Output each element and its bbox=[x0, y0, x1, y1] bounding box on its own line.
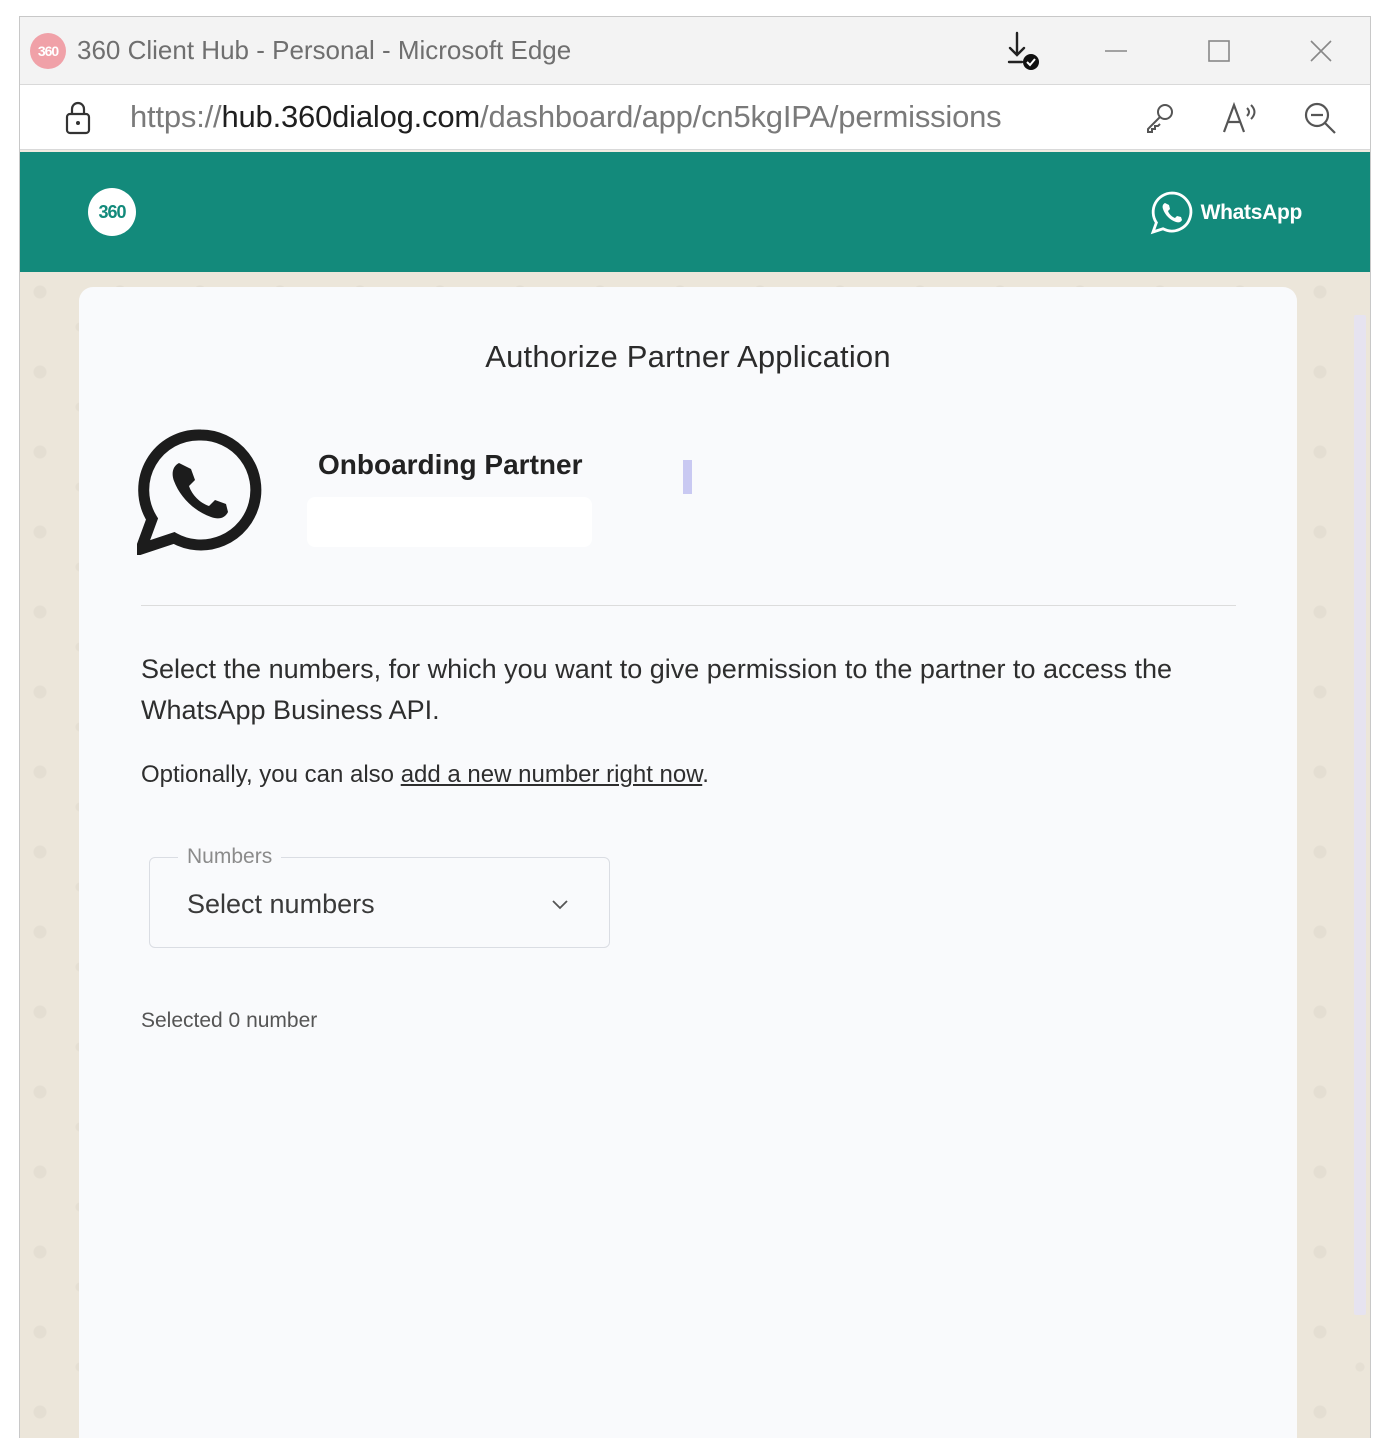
address-bar[interactable]: https://hub.360dialog.com/dashboard/app/… bbox=[20, 84, 1370, 150]
scrollbar[interactable] bbox=[1354, 315, 1366, 1315]
whatsapp-logo-icon bbox=[137, 429, 262, 555]
chevron-down-icon[interactable] bbox=[549, 893, 571, 915]
lock-icon[interactable] bbox=[58, 98, 98, 138]
add-number-link[interactable]: add a new number right now bbox=[401, 761, 703, 788]
key-icon[interactable] bbox=[1140, 98, 1180, 138]
numbers-placeholder: Select numbers bbox=[187, 889, 375, 919]
read-aloud-icon[interactable] bbox=[1220, 98, 1260, 138]
whatsapp-brand-label: WhatsApp bbox=[1200, 201, 1303, 224]
optional-note: Optionally, you can also add a new numbe… bbox=[141, 761, 709, 789]
minimize-button[interactable] bbox=[1093, 31, 1139, 71]
whatsapp-icon bbox=[1150, 191, 1192, 235]
site-header: 360 WhatsApp bbox=[20, 152, 1370, 272]
360dialog-logo[interactable]: 360 bbox=[88, 188, 136, 236]
browser-window: 360 360 Client Hub - Personal - Microsof… bbox=[19, 16, 1371, 1438]
page-title: Authorize Partner Application bbox=[485, 339, 891, 374]
numbers-label: Numbers bbox=[178, 845, 282, 869]
optional-note-suffix: . bbox=[702, 761, 709, 788]
url-host: hub.360dialog.com bbox=[221, 99, 481, 134]
authorize-card: Authorize Partner Application Onboarding… bbox=[79, 287, 1297, 1438]
url-text[interactable]: https://hub.360dialog.com/dashboard/app/… bbox=[130, 99, 1002, 135]
downloads-icon[interactable] bbox=[1002, 31, 1048, 71]
url-prefix: https:// bbox=[130, 99, 222, 134]
whatsapp-brand: WhatsApp bbox=[1149, 190, 1302, 236]
partner-name: Onboarding Partner bbox=[318, 449, 583, 480]
zoom-out-icon[interactable] bbox=[1300, 98, 1340, 138]
optional-note-prefix: Optionally, you can also bbox=[141, 761, 401, 788]
selected-count: Selected 0 number bbox=[141, 1009, 318, 1032]
title-bar: 360 360 Client Hub - Personal - Microsof… bbox=[20, 17, 1370, 84]
numbers-select[interactable]: Numbers Select numbers bbox=[149, 845, 610, 948]
permission-description: Select the numbers, for which you want t… bbox=[141, 654, 1173, 725]
site-favicon: 360 bbox=[30, 33, 66, 69]
partner-details-placeholder bbox=[307, 497, 592, 547]
text-cursor bbox=[683, 460, 692, 494]
close-button[interactable] bbox=[1298, 31, 1344, 71]
divider bbox=[141, 605, 1236, 606]
url-path: /dashboard/app/cn5kgIPA/permissions bbox=[480, 99, 1002, 134]
window-title: 360 Client Hub - Personal - Microsoft Ed… bbox=[77, 35, 572, 65]
maximize-button[interactable] bbox=[1196, 31, 1242, 71]
